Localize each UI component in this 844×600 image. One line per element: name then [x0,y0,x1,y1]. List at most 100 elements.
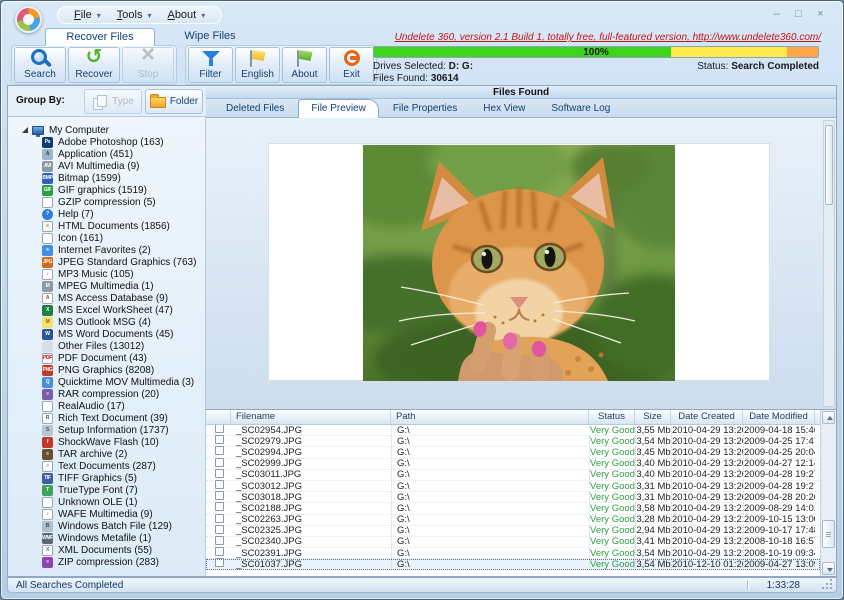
search-button[interactable]: Search [14,47,66,83]
tree-item-help[interactable]: ?Help (7) [8,208,205,220]
tree-item-xml-documents[interactable]: XXML Documents (55) [8,544,205,556]
filter-button[interactable]: Filter [188,47,233,83]
table-scrollbar[interactable] [820,410,836,576]
tree-item-ms-word-documents[interactable]: WMS Word Documents (45) [8,328,205,340]
menu-tools[interactable]: Tools▾ [111,9,158,21]
row-checkbox[interactable] [215,558,224,567]
table-row[interactable]: _SC02391.JPGG:\Very Good3,54 Mb2010-04-2… [206,548,820,559]
menu-file[interactable]: File▾ [68,9,107,21]
group-by-folder-button[interactable]: Folder [145,89,203,114]
tree-item-mpeg-multimedia[interactable]: MMPEG Multimedia (1) [8,280,205,292]
column-header-path[interactable]: Path [391,410,589,424]
column-header-filename[interactable]: Filename [231,410,391,424]
tree-item-png-graphics[interactable]: PNGPNG Graphics (8208) [8,364,205,376]
row-checkbox[interactable] [215,446,224,455]
product-version-link[interactable]: Undelete 360, version 2.1 Build 1, total… [395,32,821,43]
tab-hex-view[interactable]: Hex View [471,100,537,117]
about-button[interactable]: About [282,47,327,83]
row-checkbox[interactable] [215,435,224,444]
menu-about[interactable]: About▾ [161,9,211,21]
tree-item-adobe-photoshop[interactable]: PsAdobe Photoshop (163) [8,136,205,148]
table-row[interactable]: _SC02340.JPGG:\Very Good3,41 Mb2010-04-2… [206,537,820,548]
tree-item-gif-graphics[interactable]: GIFGIF graphics (1519) [8,184,205,196]
tree-item-rar-compression[interactable]: ≡RAR compression (20) [8,388,205,400]
table-row[interactable]: _SC03012.JPGG:\Very Good3,31 Mb2010-04-2… [206,481,820,492]
tree-item-quicktime-mov-multimedia[interactable]: QQuicktime MOV Multimedia (3) [8,376,205,388]
tree-item-gzip-compression[interactable]: GZIP compression (5) [8,196,205,208]
tree-item-wafe-multimedia[interactable]: ♪WAFE Multimedia (9) [8,508,205,520]
scroll-down-icon[interactable] [822,562,835,575]
row-checkbox[interactable] [215,536,224,545]
tab-deleted-files[interactable]: Deleted Files [214,100,296,117]
row-checkbox[interactable] [215,525,224,534]
expander-icon[interactable] [22,127,28,133]
row-checkbox[interactable] [215,425,224,433]
tree-item-avi-multimedia[interactable]: AVIAVI Multimedia (9) [8,160,205,172]
table-row[interactable]: _SC03011.JPGG:\Very Good3,40 Mb2010-04-2… [206,470,820,481]
tab-wipe-files[interactable]: Wipe Files [155,28,265,46]
column-header-size[interactable]: Size [635,410,671,424]
tree-item-icon[interactable]: Icon (161) [8,232,205,244]
table-row[interactable]: _SC02188.JPGG:\Very Good3,58 Mb2010-04-2… [206,503,820,514]
tree-item-setup-information[interactable]: SSetup Information (1737) [8,424,205,436]
row-checkbox[interactable] [215,502,224,511]
menu-dropdown-icon[interactable]: ▾ [97,11,101,20]
tree-item-ms-excel-worksheet[interactable]: XMS Excel WorkSheet (47) [8,304,205,316]
row-checkbox[interactable] [215,547,224,556]
tree-item-text-documents[interactable]: ≡Text Documents (287) [8,460,205,472]
menu-dropdown-icon[interactable]: ▾ [147,11,151,20]
table-row[interactable]: _SC02325.JPGG:\Very Good2,94 Mb2010-04-2… [206,526,820,537]
tree-item-realaudio[interactable]: RealAudio (17) [8,400,205,412]
row-checkbox[interactable] [215,458,224,467]
table-row[interactable]: _SC01037.JPGG:\Very Good3,54 Mb2010-12-1… [206,559,820,570]
tree-item-windows-metafile[interactable]: WMFWindows Metafile (1) [8,532,205,544]
tree-item-other-files[interactable]: Other Files (13012) [8,340,205,352]
tree-item-pdf-document[interactable]: PDFPDF Document (43) [8,352,205,364]
column-header-date-modified[interactable]: Date Modified [743,410,815,424]
table-row[interactable]: _SC02999.JPGG:\Very Good3,40 Mb2010-04-2… [206,459,820,470]
table-row[interactable]: _SC03018.JPGG:\Very Good3,31 Mb2010-04-2… [206,492,820,503]
column-header-checkbox[interactable] [211,410,231,424]
tab-file-properties[interactable]: File Properties [381,100,469,117]
tree-item-mp3-music[interactable]: ♪MP3 Music (105) [8,268,205,280]
preview-scrollbar[interactable] [823,120,835,407]
tab-software-log[interactable]: Software Log [539,100,622,117]
scroll-thumb[interactable] [822,520,835,548]
resize-grip[interactable] [823,580,832,589]
menu-dropdown-icon[interactable]: ▾ [201,11,205,20]
tab-recover-files[interactable]: Recover Files [45,28,155,46]
tree-item-ms-access-database[interactable]: AMS Access Database (9) [8,292,205,304]
table-row[interactable]: _SC02994.JPGG:\Very Good3,45 Mb2010-04-2… [206,447,820,458]
tree-item-internet-favorites[interactable]: ★Internet Favorites (2) [8,244,205,256]
table-row[interactable]: _SC02263.JPGG:\Very Good3,28 Mb2010-04-2… [206,515,820,526]
column-header-status[interactable]: Status [589,410,635,424]
tree-root-my-computer[interactable]: My Computer [8,124,205,136]
tree-item-jpeg-standard-graphics[interactable]: JPGJPEG Standard Graphics (763) [8,256,205,268]
row-checkbox[interactable] [215,480,224,489]
exit-button[interactable]: Exit [329,47,374,83]
tree-item-ms-outlook-msg[interactable]: MMS Outlook MSG (4) [8,316,205,328]
tree-item-windows-batch-file[interactable]: BWindows Batch File (129) [8,520,205,532]
tree-item-rich-text-document[interactable]: RRich Text Document (39) [8,412,205,424]
table-row[interactable]: _SC02979.JPGG:\Very Good3,54 Mb2010-04-2… [206,436,820,447]
tree-item-html-documents[interactable]: eHTML Documents (1856) [8,220,205,232]
tree-item-unknown-ole[interactable]: Unknown OLE (1) [8,496,205,508]
tree-item-shockwave-flash[interactable]: fShockWave Flash (10) [8,436,205,448]
tab-file-preview[interactable]: File Preview [298,99,378,118]
column-header-date-created[interactable]: Date Created [671,410,743,424]
stop-button[interactable]: Stop [122,47,174,83]
row-checkbox[interactable] [215,491,224,500]
scroll-up-icon[interactable] [822,411,835,424]
close-button[interactable]: × [814,8,827,20]
tree-item-application[interactable]: AApplication (451) [8,148,205,160]
recover-button[interactable]: Recover [68,47,120,83]
tree-item-tiff-graphics[interactable]: TIFTIFF Graphics (5) [8,472,205,484]
maximize-button[interactable]: □ [792,8,805,20]
row-checkbox[interactable] [215,514,224,523]
tree-item-zip-compression[interactable]: ≡ZIP compression (283) [8,556,205,568]
minimize-button[interactable]: – [770,8,783,20]
row-checkbox[interactable] [215,469,224,478]
preview-scroll-thumb[interactable] [825,125,833,205]
group-by-type-button[interactable]: Type [84,89,142,114]
english-button[interactable]: English [235,47,280,83]
